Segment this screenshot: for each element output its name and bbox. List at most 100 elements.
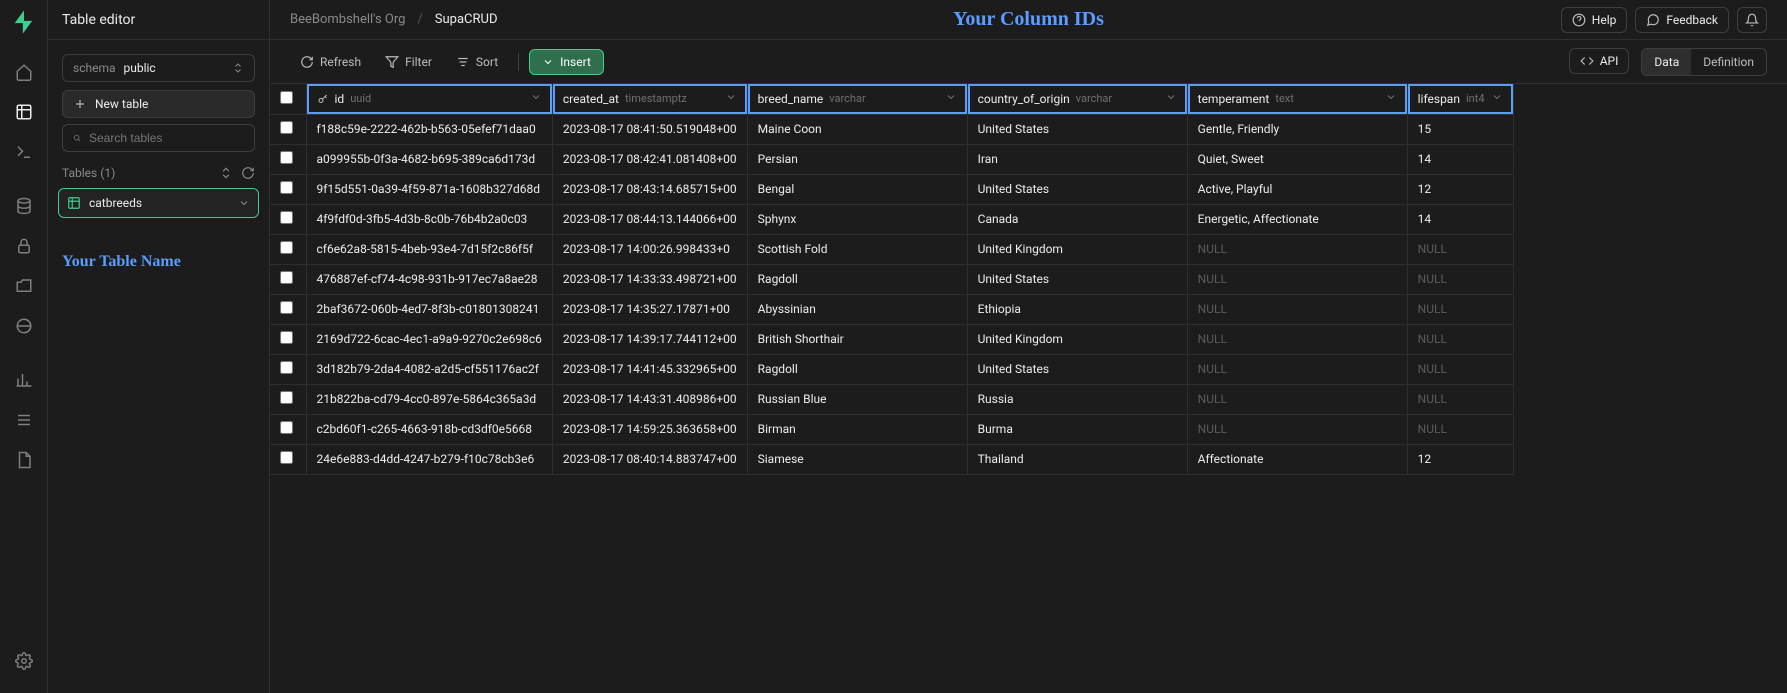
row-checkbox[interactable] bbox=[280, 451, 293, 464]
cell-created_at[interactable]: 2023-08-17 08:41:50.519048+00 bbox=[552, 114, 747, 144]
column-header-country_of_origin[interactable]: country_of_originvarchar bbox=[967, 84, 1187, 114]
table-editor-icon[interactable] bbox=[14, 102, 34, 122]
column-menu-chevron-icon[interactable] bbox=[725, 91, 737, 106]
cell-id[interactable]: 21b822ba-cd79-4cc0-897e-5864c365a3d bbox=[306, 384, 552, 414]
cell-temperament[interactable]: NULL bbox=[1187, 354, 1407, 384]
cell-id[interactable]: 3d182b79-2da4-4082-a2d5-cf551176ac2f bbox=[306, 354, 552, 384]
new-table-button[interactable]: New table bbox=[62, 90, 255, 118]
cell-breed_name[interactable]: Ragdoll bbox=[747, 264, 967, 294]
cell-lifespan[interactable]: NULL bbox=[1407, 324, 1513, 354]
cell-temperament[interactable]: Gentle, Friendly bbox=[1187, 114, 1407, 144]
search-tables[interactable] bbox=[62, 124, 255, 152]
cell-breed_name[interactable]: Scottish Fold bbox=[747, 234, 967, 264]
cell-lifespan[interactable]: NULL bbox=[1407, 264, 1513, 294]
cell-temperament[interactable]: Energetic, Affectionate bbox=[1187, 204, 1407, 234]
column-header-created_at[interactable]: created_attimestamptz bbox=[552, 84, 747, 114]
cell-country_of_origin[interactable]: United States bbox=[967, 174, 1187, 204]
cell-temperament[interactable]: NULL bbox=[1187, 324, 1407, 354]
row-checkbox[interactable] bbox=[280, 301, 293, 314]
row-checkbox[interactable] bbox=[280, 241, 293, 254]
row-select[interactable] bbox=[270, 354, 306, 384]
seg-definition[interactable]: Definition bbox=[1691, 49, 1766, 75]
cell-breed_name[interactable]: Abyssinian bbox=[747, 294, 967, 324]
row-checkbox[interactable] bbox=[280, 331, 293, 344]
notifications-button[interactable] bbox=[1737, 7, 1767, 33]
cell-country_of_origin[interactable]: United States bbox=[967, 114, 1187, 144]
column-menu-chevron-icon[interactable] bbox=[530, 91, 542, 106]
schema-selector[interactable]: schema public bbox=[62, 54, 255, 82]
row-select[interactable] bbox=[270, 144, 306, 174]
cell-lifespan[interactable]: NULL bbox=[1407, 234, 1513, 264]
cell-temperament[interactable]: Affectionate bbox=[1187, 444, 1407, 474]
cell-created_at[interactable]: 2023-08-17 08:42:41.081408+00 bbox=[552, 144, 747, 174]
cell-breed_name[interactable]: Ragdoll bbox=[747, 354, 967, 384]
cell-temperament[interactable]: NULL bbox=[1187, 234, 1407, 264]
settings-icon[interactable] bbox=[14, 651, 34, 671]
cell-created_at[interactable]: 2023-08-17 14:33:33.498721+00 bbox=[552, 264, 747, 294]
cell-breed_name[interactable]: Russian Blue bbox=[747, 384, 967, 414]
storage-icon[interactable] bbox=[14, 276, 34, 296]
seg-data[interactable]: Data bbox=[1642, 49, 1691, 75]
cell-id[interactable]: 2169d722-6cac-4ec1-a9a9-9270c2e698c6 bbox=[306, 324, 552, 354]
cell-id[interactable]: 476887ef-cf74-4c98-931b-917ec7a8ae28 bbox=[306, 264, 552, 294]
cell-created_at[interactable]: 2023-08-17 14:39:17.744112+00 bbox=[552, 324, 747, 354]
insert-button[interactable]: Insert bbox=[529, 49, 604, 75]
cell-created_at[interactable]: 2023-08-17 14:00:26.998433+0 bbox=[552, 234, 747, 264]
cell-id[interactable]: f188c59e-2222-462b-b563-05efef71daa0 bbox=[306, 114, 552, 144]
cell-temperament[interactable]: NULL bbox=[1187, 294, 1407, 324]
table-row[interactable]: 24e6e883-d4dd-4247-b279-f10c78cb3e62023-… bbox=[270, 444, 1513, 474]
breadcrumb-project[interactable]: SupaCRUD bbox=[435, 12, 498, 27]
table-row[interactable]: 2baf3672-060b-4ed7-8f3b-c018013082412023… bbox=[270, 294, 1513, 324]
select-all-checkbox[interactable] bbox=[280, 91, 293, 104]
row-select[interactable] bbox=[270, 264, 306, 294]
api-docs-icon[interactable] bbox=[14, 450, 34, 470]
cell-country_of_origin[interactable]: Iran bbox=[967, 144, 1187, 174]
table-row[interactable]: 9f15d551-0a39-4f59-871a-1608b327d68d2023… bbox=[270, 174, 1513, 204]
auth-icon[interactable] bbox=[14, 236, 34, 256]
column-header-temperament[interactable]: temperamenttext bbox=[1187, 84, 1407, 114]
column-menu-chevron-icon[interactable] bbox=[1491, 91, 1503, 106]
cell-breed_name[interactable]: Sphynx bbox=[747, 204, 967, 234]
cell-breed_name[interactable]: Persian bbox=[747, 144, 967, 174]
cell-breed_name[interactable]: British Shorthair bbox=[747, 324, 967, 354]
cell-breed_name[interactable]: Maine Coon bbox=[747, 114, 967, 144]
table-row[interactable]: 4f9fdf0d-3fb5-4d3b-8c0b-76b4b2a0c032023-… bbox=[270, 204, 1513, 234]
cell-country_of_origin[interactable]: United States bbox=[967, 264, 1187, 294]
cell-created_at[interactable]: 2023-08-17 08:40:14.883747+00 bbox=[552, 444, 747, 474]
cell-id[interactable]: c2bd60f1-c265-4663-918b-cd3df0e5668 bbox=[306, 414, 552, 444]
cell-created_at[interactable]: 2023-08-17 14:41:45.332965+00 bbox=[552, 354, 747, 384]
select-all-header[interactable] bbox=[270, 84, 306, 114]
cell-id[interactable]: a099955b-0f3a-4682-b695-389ca6d173d bbox=[306, 144, 552, 174]
cell-temperament[interactable]: NULL bbox=[1187, 384, 1407, 414]
cell-lifespan[interactable]: NULL bbox=[1407, 294, 1513, 324]
column-header-breed_name[interactable]: breed_namevarchar bbox=[747, 84, 967, 114]
cell-created_at[interactable]: 2023-08-17 14:35:27.17871+00 bbox=[552, 294, 747, 324]
cell-id[interactable]: 9f15d551-0a39-4f59-871a-1608b327d68d bbox=[306, 174, 552, 204]
cell-temperament[interactable]: NULL bbox=[1187, 414, 1407, 444]
cell-breed_name[interactable]: Siamese bbox=[747, 444, 967, 474]
cell-country_of_origin[interactable]: Ethiopia bbox=[967, 294, 1187, 324]
column-menu-chevron-icon[interactable] bbox=[945, 91, 957, 106]
row-checkbox[interactable] bbox=[280, 211, 293, 224]
cell-breed_name[interactable]: Bengal bbox=[747, 174, 967, 204]
cell-temperament[interactable]: Quiet, Sweet bbox=[1187, 144, 1407, 174]
cell-lifespan[interactable]: NULL bbox=[1407, 354, 1513, 384]
cell-lifespan[interactable]: NULL bbox=[1407, 384, 1513, 414]
row-select[interactable] bbox=[270, 234, 306, 264]
logs-icon[interactable] bbox=[14, 410, 34, 430]
row-checkbox[interactable] bbox=[280, 361, 293, 374]
cell-country_of_origin[interactable]: United Kingdom bbox=[967, 324, 1187, 354]
edge-functions-icon[interactable] bbox=[14, 316, 34, 336]
cell-id[interactable]: 4f9fdf0d-3fb5-4d3b-8c0b-76b4b2a0c03 bbox=[306, 204, 552, 234]
sort-button[interactable]: Sort bbox=[446, 49, 508, 75]
column-header-lifespan[interactable]: lifespanint4 bbox=[1407, 84, 1513, 114]
cell-temperament[interactable]: Active, Playful bbox=[1187, 174, 1407, 204]
table-row[interactable]: f188c59e-2222-462b-b563-05efef71daa02023… bbox=[270, 114, 1513, 144]
row-select[interactable] bbox=[270, 294, 306, 324]
chevron-down-icon[interactable] bbox=[238, 197, 250, 209]
database-icon[interactable] bbox=[14, 196, 34, 216]
cell-country_of_origin[interactable]: Canada bbox=[967, 204, 1187, 234]
table-row[interactable]: cf6e62a8-5815-4beb-93e4-7d15f2c86f5f2023… bbox=[270, 234, 1513, 264]
column-menu-chevron-icon[interactable] bbox=[1165, 91, 1177, 106]
cell-lifespan[interactable]: 12 bbox=[1407, 174, 1513, 204]
